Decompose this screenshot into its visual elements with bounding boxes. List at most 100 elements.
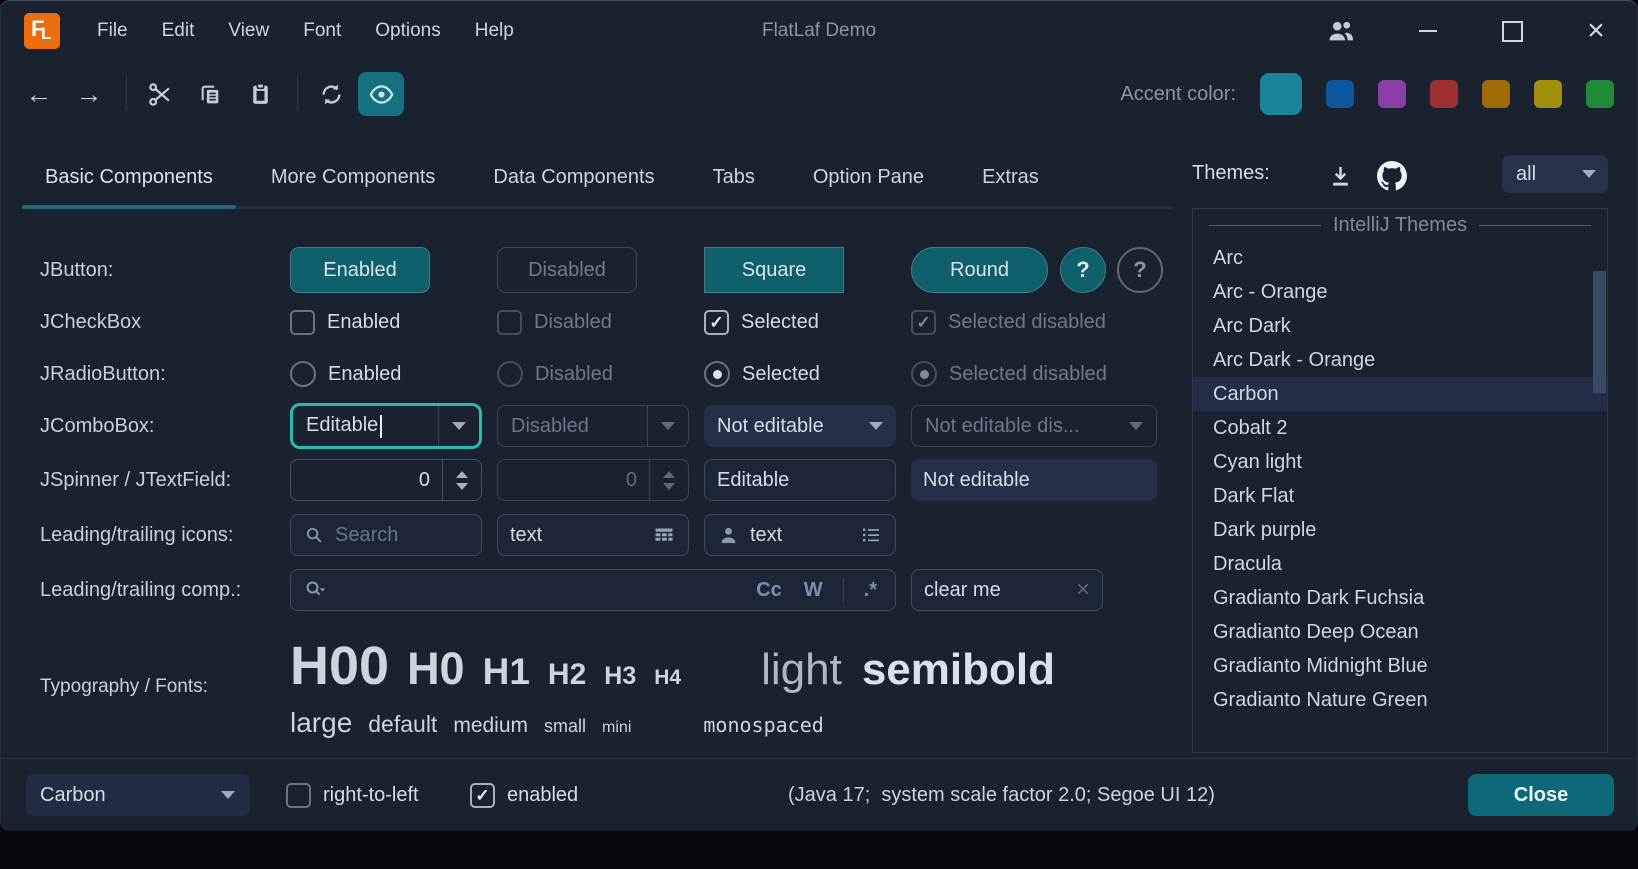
text-field-with-user-icon[interactable]: text <box>704 514 896 556</box>
spinner-enabled[interactable]: 0 <box>290 459 482 501</box>
tab-basic-components[interactable]: Basic Components <box>22 166 236 206</box>
themes-filter-combobox[interactable]: all <box>1502 155 1608 193</box>
combobox-not-editable-disabled-value: Not editable dis... <box>912 415 1116 438</box>
table-grid-icon[interactable] <box>652 523 676 547</box>
accent-swatch-green[interactable] <box>1586 80 1614 108</box>
search-field-with-options[interactable]: Cc W .* <box>290 569 896 611</box>
accent-swatch-orange[interactable] <box>1482 80 1510 108</box>
theme-item-gradianto-deep-ocean[interactable]: Gradianto Deep Ocean <box>1193 615 1607 649</box>
theme-item-cobalt-2[interactable]: Cobalt 2 <box>1193 411 1607 445</box>
h4-sample: H4 <box>654 666 681 690</box>
menu-view[interactable]: View <box>211 12 286 50</box>
copy-button[interactable] <box>187 72 233 116</box>
square-button[interactable]: Square <box>704 247 844 293</box>
match-case-button[interactable]: Cc <box>750 579 788 602</box>
clearable-field-value[interactable]: clear me <box>924 579 1066 602</box>
checkbox-enabled[interactable] <box>290 310 315 335</box>
back-button[interactable]: ← <box>16 72 62 116</box>
combobox-editable-value[interactable]: Editable <box>293 414 438 437</box>
right-to-left-checkbox-group[interactable]: right-to-left <box>286 759 419 831</box>
round-button[interactable]: Round <box>911 247 1048 293</box>
theme-item-dark-flat[interactable]: Dark Flat <box>1193 479 1607 513</box>
accent-swatch-red[interactable] <box>1430 80 1458 108</box>
accent-swatch-blue[interactable] <box>1326 80 1354 108</box>
tab-more-components[interactable]: More Components <box>248 166 459 206</box>
themes-scrollbar-thumb[interactable] <box>1593 271 1606 393</box>
combobox-arrow-button[interactable] <box>438 406 479 446</box>
chevron-down-icon <box>1129 422 1143 430</box>
theme-item-gradianto-nature-green[interactable]: Gradianto Nature Green <box>1193 683 1607 717</box>
regex-button[interactable]: .* <box>858 579 883 602</box>
text-field-value[interactable]: text <box>750 524 849 547</box>
menu-edit[interactable]: Edit <box>145 12 212 50</box>
tab-tabs[interactable]: Tabs <box>690 166 778 206</box>
theme-item-gradianto-dark-fuchsia[interactable]: Gradianto Dark Fuchsia <box>1193 581 1607 615</box>
theme-item-cyan-light[interactable]: Cyan light <box>1193 445 1607 479</box>
combobox-not-editable[interactable]: Not editable <box>704 405 896 447</box>
search-field[interactable]: Search <box>290 514 482 556</box>
enabled-checkbox[interactable]: ✓ <box>470 783 495 808</box>
typography-size-line: large default medium small mini monospac… <box>290 707 1055 739</box>
theme-item-arc-dark-orange[interactable]: Arc Dark - Orange <box>1193 343 1607 377</box>
menu-options[interactable]: Options <box>358 12 457 50</box>
enabled-button[interactable]: Enabled <box>290 247 430 293</box>
spinner-down-icon[interactable] <box>456 483 468 490</box>
forward-button[interactable]: → <box>66 72 112 116</box>
lookandfeel-combobox[interactable]: Carbon <box>26 774 250 816</box>
combobox-editable[interactable]: Editable <box>290 403 482 449</box>
row-leading-trailing-comp: Leading/trailing comp.: Cc W .* cle <box>40 566 1118 614</box>
close-window-button[interactable]: × <box>1554 0 1638 62</box>
theme-item-dark-purple[interactable]: Dark purple <box>1193 513 1607 547</box>
text-field-with-table-icon[interactable]: text <box>497 514 689 556</box>
refresh-button[interactable] <box>308 72 354 116</box>
themes-header: Themes: all <box>1192 150 1608 206</box>
minimize-button[interactable] <box>1386 0 1470 62</box>
theme-item-arc-dark[interactable]: Arc Dark <box>1193 309 1607 343</box>
enabled-checkbox-group[interactable]: ✓ enabled <box>470 759 578 831</box>
help-button-outline[interactable]: ? <box>1117 247 1163 293</box>
clear-icon[interactable]: × <box>1076 578 1090 602</box>
github-button[interactable] <box>1370 156 1414 196</box>
accent-swatch-purple[interactable] <box>1378 80 1406 108</box>
tab-data-components[interactable]: Data Components <box>470 166 677 206</box>
download-themes-button[interactable] <box>1318 156 1362 196</box>
menu-file[interactable]: File <box>80 12 145 50</box>
spinner-arrows[interactable] <box>442 460 481 500</box>
text-field-value[interactable]: text <box>510 524 642 547</box>
refresh-icon <box>318 81 345 108</box>
combobox-arrow-button[interactable] <box>856 405 896 447</box>
paste-button[interactable] <box>237 72 283 116</box>
menu-font[interactable]: Font <box>286 12 358 50</box>
close-button[interactable]: Close <box>1468 774 1614 816</box>
tab-option-pane[interactable]: Option Pane <box>790 166 947 206</box>
whole-word-button[interactable]: W <box>798 579 829 602</box>
menu-list-icon[interactable] <box>859 523 883 547</box>
accent-swatch-default-selected[interactable] <box>1260 73 1302 115</box>
right-to-left-checkbox[interactable] <box>286 783 311 808</box>
checkbox-disabled-label: Disabled <box>534 311 612 334</box>
help-button-filled[interactable]: ? <box>1060 247 1106 293</box>
theme-item-gradianto-midnight-blue[interactable]: Gradianto Midnight Blue <box>1193 649 1607 683</box>
radio-enabled[interactable] <box>290 361 316 387</box>
theme-item-carbon[interactable]: Carbon <box>1193 377 1607 411</box>
spinner-value[interactable]: 0 <box>291 469 442 492</box>
toolbar: ← → <box>0 62 1638 126</box>
checkbox-disabled <box>497 310 522 335</box>
maximize-button[interactable] <box>1470 0 1554 62</box>
search-with-dropdown-icon[interactable] <box>303 578 327 602</box>
cut-button[interactable] <box>137 72 183 116</box>
accent-swatch-yellow[interactable] <box>1534 80 1562 108</box>
radio-enabled-label: Enabled <box>328 363 401 386</box>
clearable-field[interactable]: clear me × <box>911 569 1103 611</box>
spinner-up-icon[interactable] <box>456 471 468 478</box>
radio-selected[interactable] <box>704 361 730 387</box>
textfield-editable[interactable]: Editable <box>704 459 896 501</box>
users-button[interactable] <box>1296 0 1386 62</box>
show-hidden-toggle-button[interactable] <box>358 72 404 116</box>
scissors-icon <box>147 81 174 108</box>
tab-extras[interactable]: Extras <box>959 166 1062 206</box>
theme-item-dracula[interactable]: Dracula <box>1193 547 1607 581</box>
checkbox-selected[interactable]: ✓ <box>704 310 729 335</box>
textfield-editable-value[interactable]: Editable <box>717 469 883 492</box>
menu-help[interactable]: Help <box>458 12 531 50</box>
